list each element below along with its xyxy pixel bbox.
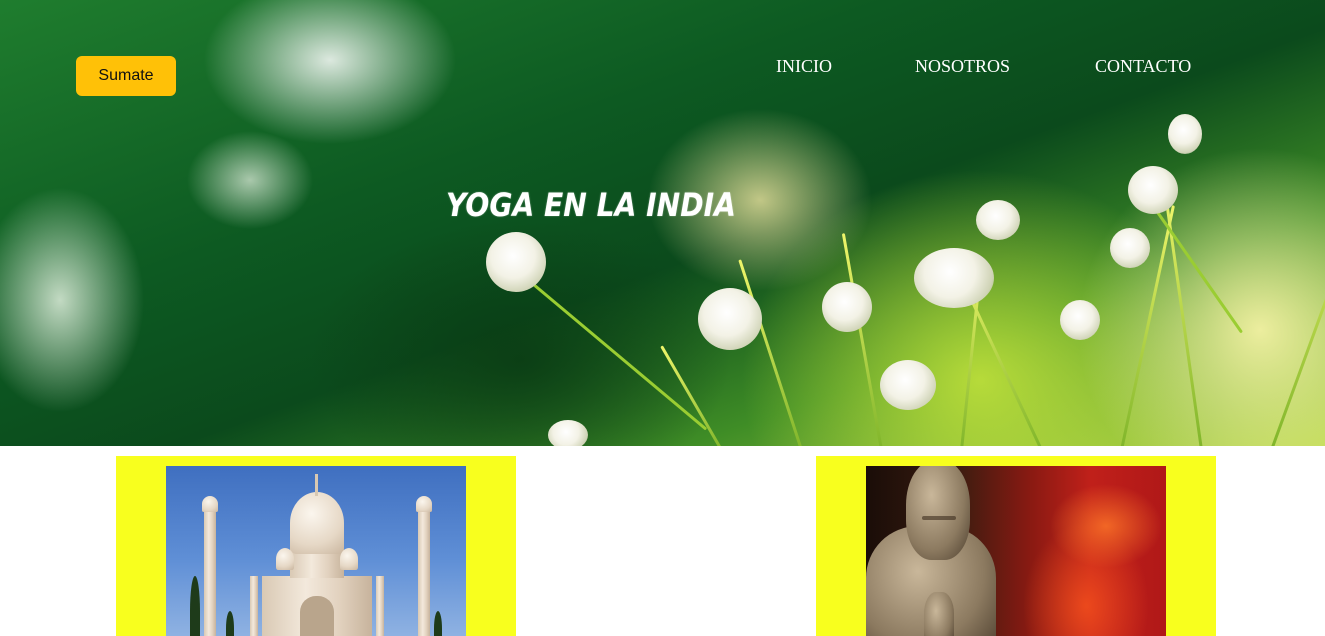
flower (880, 360, 936, 410)
buddha-statue-image (866, 466, 1166, 636)
flower (486, 232, 546, 292)
flower (698, 288, 762, 350)
taj-mahal-image (166, 466, 466, 636)
flower (1110, 228, 1150, 268)
flower (1060, 300, 1100, 340)
minaret (250, 576, 258, 636)
grass-blade (660, 345, 723, 446)
nav-link-nosotros[interactable]: NOSOTROS (915, 56, 1010, 77)
grass-blade (1270, 167, 1325, 446)
gallery-card-buddha (816, 456, 1216, 636)
flower (976, 200, 1020, 240)
grass-blade (738, 259, 803, 446)
flower-stem (1148, 200, 1244, 334)
statue-head (906, 466, 970, 560)
flower (1168, 114, 1202, 154)
flower (914, 248, 994, 308)
join-button[interactable]: Sumate (76, 56, 176, 96)
grass-blade (1162, 182, 1203, 446)
minaret (418, 506, 430, 636)
flower (1128, 166, 1178, 214)
minaret (376, 576, 384, 636)
hero-title: YOGA EN LA INDIA (446, 186, 736, 224)
nav-link-contacto[interactable]: CONTACTO (1095, 56, 1191, 77)
minaret (204, 506, 216, 636)
flower-stem (529, 280, 708, 431)
hero-banner: Sumate INICIO NOSOTROS CONTACTO YOGA EN … (0, 0, 1325, 446)
gallery-card-taj-mahal (116, 456, 516, 636)
grass-blade (841, 233, 883, 446)
central-dome (290, 492, 344, 554)
nav-link-inicio[interactable]: INICIO (776, 56, 832, 77)
flower (548, 420, 588, 446)
flower (822, 282, 872, 332)
statue-hands (924, 592, 954, 636)
